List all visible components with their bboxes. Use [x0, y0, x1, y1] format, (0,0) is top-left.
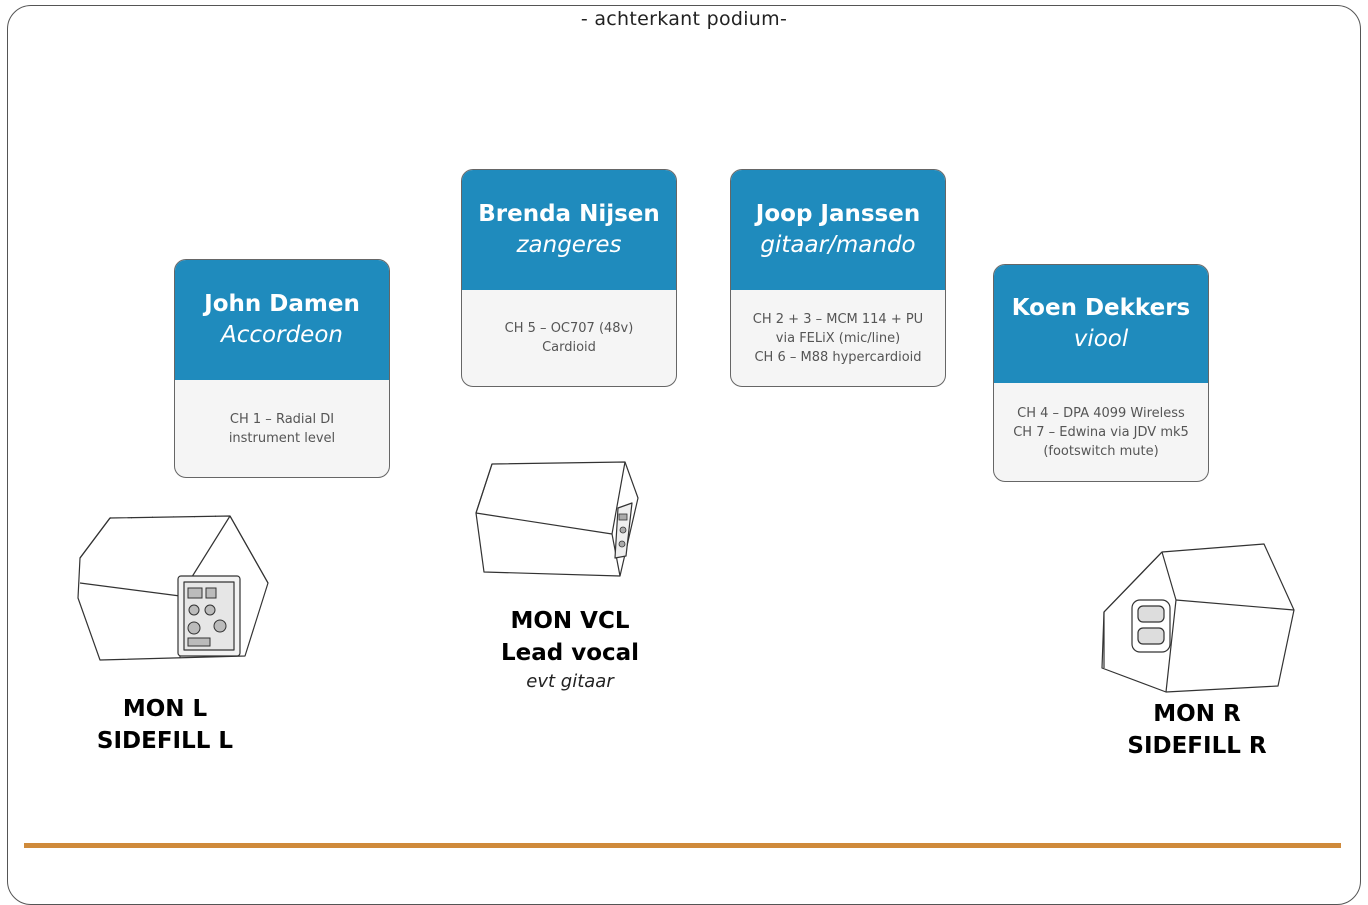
musician-role: zangeres [516, 232, 622, 258]
channel-line: Cardioid [542, 340, 596, 355]
monitor-center-desc: Lead vocal [500, 640, 640, 666]
accent-divider [24, 843, 1341, 848]
musician-role: gitaar/mando [760, 232, 916, 258]
card-channels: CH 2 + 3 – MCM 114 + PU via FELiX (mic/l… [731, 290, 945, 386]
musician-name: John Damen [204, 291, 360, 317]
monitor-wedge-icon [1101, 543, 1295, 693]
monitor-center-label: MON VCL Lead vocal evt gitaar [450, 605, 690, 695]
monitor-right-label: MON R SIDEFILL R [1092, 698, 1302, 762]
card-header: John Damen Accordeon [175, 260, 389, 380]
card-header: Joop Janssen gitaar/mando [731, 170, 945, 290]
musician-role: viool [1073, 326, 1129, 352]
musician-name: Brenda Nijsen [478, 201, 660, 227]
musician-name: Koen Dekkers [1011, 295, 1191, 321]
musician-role: Accordeon [221, 322, 343, 348]
musician-card-joop: Joop Janssen gitaar/mando CH 2 + 3 – MCM… [730, 169, 946, 387]
monitor-center-note: evt gitaar [526, 671, 614, 692]
monitor-center-name: MON VCL [510, 608, 630, 634]
channel-line: CH 2 + 3 – MCM 114 + PU [752, 311, 924, 327]
card-header: Brenda Nijsen zangeres [462, 170, 676, 290]
channel-line: CH 1 – Radial DI [229, 411, 335, 427]
musician-card-john: John Damen Accordeon CH 1 – Radial DI in… [174, 259, 390, 478]
card-channels: CH 5 – OC707 (48v) Cardioid [462, 290, 676, 386]
monitor-left-name: MON L [122, 696, 208, 722]
channel-line: (footswitch mute) [1043, 443, 1159, 459]
channel-line: CH 6 – M88 hypercardioid [754, 349, 922, 365]
channel-line: CH 7 – Edwina via JDV mk5 [1013, 424, 1189, 440]
musician-name: Joop Janssen [755, 201, 921, 227]
stage-rear-label: - achterkant podium- [580, 8, 788, 30]
card-channels: CH 1 – Radial DI instrument level [175, 380, 389, 477]
channel-line: instrument level [228, 430, 336, 446]
card-header: Koen Dekkers viool [994, 265, 1208, 383]
monitor-wedge-icon [475, 461, 639, 577]
channel-line: via FELiX (mic/line) [775, 330, 901, 346]
monitor-right-name: MON R [1153, 701, 1241, 727]
channel-line: CH 5 – OC707 (48v) [504, 321, 634, 336]
monitor-left-label: MON L SIDEFILL L [60, 693, 270, 757]
musician-card-koen: Koen Dekkers viool CH 4 – DPA 4099 Wirel… [993, 264, 1209, 482]
channel-line: CH 4 – DPA 4099 Wireless [1017, 405, 1185, 421]
monitor-wedge-icon [77, 515, 269, 661]
monitor-left-desc: SIDEFILL L [96, 728, 234, 754]
monitor-right-desc: SIDEFILL R [1127, 733, 1267, 759]
card-channels: CH 4 – DPA 4099 Wireless CH 7 – Edwina v… [994, 383, 1208, 481]
musician-card-brenda: Brenda Nijsen zangeres CH 5 – OC707 (48v… [461, 169, 677, 387]
